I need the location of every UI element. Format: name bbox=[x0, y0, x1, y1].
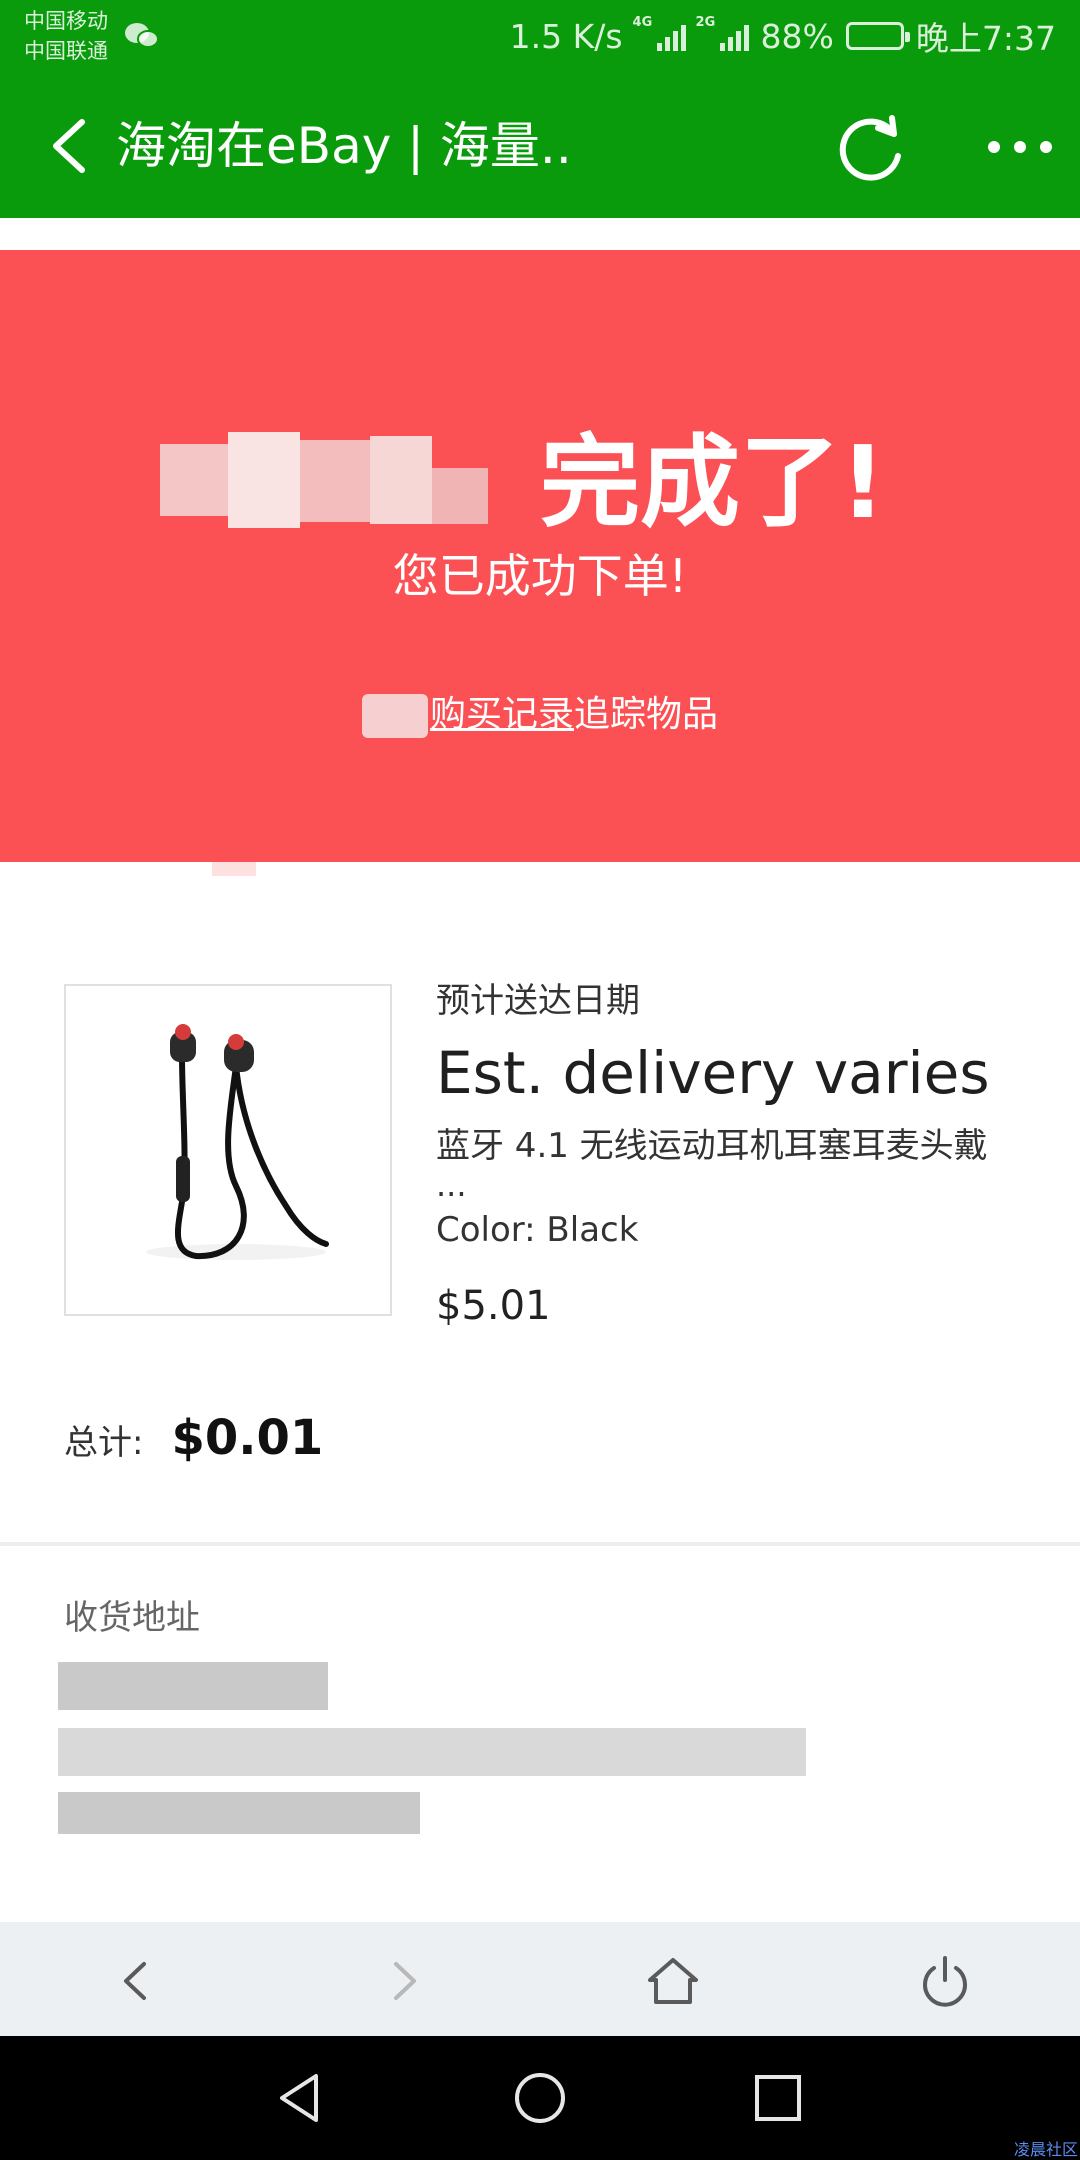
refresh-icon[interactable] bbox=[832, 110, 912, 190]
redacted-recipient-name bbox=[58, 1662, 328, 1710]
order-success-banner: 完成了! 您已成功下单! 购买记录追踪物品 bbox=[0, 250, 1080, 862]
carrier-1: 中国移动 bbox=[24, 9, 108, 33]
section-divider bbox=[0, 1542, 1080, 1546]
product-image[interactable] bbox=[64, 984, 392, 1316]
battery-percent: 88% bbox=[760, 16, 834, 56]
item-price: $5.01 bbox=[436, 1283, 551, 1329]
total-label: 总计: bbox=[64, 1423, 144, 1463]
success-subtitle: 您已成功下单! bbox=[392, 549, 688, 603]
title-bar: 海淘在eBay | 海量.. bbox=[0, 72, 1080, 218]
chevron-left-icon[interactable] bbox=[36, 108, 106, 184]
delivery-estimate: Est. delivery varies bbox=[436, 1039, 990, 1107]
system-nav-bar bbox=[0, 2036, 1080, 2160]
signal-2-icon: 2G bbox=[696, 15, 749, 51]
carrier-names: 中国移动 中国联通 bbox=[24, 6, 108, 66]
status-bar: 中国移动 中国联通 1.5 K/s 4G 2G 88% 晚上7:37 bbox=[0, 0, 1080, 72]
power-icon[interactable] bbox=[910, 1946, 980, 2016]
redacted-prefix bbox=[361, 694, 428, 738]
nav-home-circle-icon[interactable] bbox=[508, 2066, 572, 2130]
product-info: 预计送达日期 Est. delivery varies 蓝牙 4.1 无线运动耳… bbox=[436, 976, 1056, 1336]
earphones-image bbox=[86, 1006, 374, 1298]
carrier-2: 中国联通 bbox=[24, 39, 108, 63]
track-items-text: 追踪物品 bbox=[574, 694, 719, 735]
signal-2-tag: 2G bbox=[695, 15, 716, 30]
nav-recents-square-icon[interactable] bbox=[746, 2066, 810, 2130]
home-icon[interactable] bbox=[638, 1946, 708, 2016]
shipping-label-text: 收货地址 bbox=[64, 1598, 200, 1638]
watermark: 凌晨社区 bbox=[1013, 2140, 1078, 2159]
item-title-ellipsis: ... bbox=[436, 1166, 467, 1204]
net-speed: 1.5 K/s bbox=[509, 16, 623, 56]
browser-toolbar bbox=[0, 1922, 1080, 2036]
total-value: $0.01 bbox=[171, 1410, 324, 1466]
page-title: 海淘在eBay | 海量.. bbox=[116, 117, 572, 175]
battery-icon bbox=[845, 22, 910, 50]
banner-tab-marker bbox=[212, 862, 256, 876]
delivery-label: 预计送达日期 bbox=[436, 981, 640, 1021]
shipping-address-label: 收货地址 bbox=[64, 1590, 200, 1639]
purchase-history-row: 购买记录追踪物品 bbox=[0, 690, 1080, 740]
redacted-phone bbox=[58, 1792, 420, 1834]
signal-1-tag: 4G bbox=[632, 15, 653, 30]
item-color: Color: Black bbox=[436, 1210, 639, 1250]
wechat-icon bbox=[125, 23, 159, 48]
success-headline: 完成了! bbox=[540, 424, 886, 541]
nav-back-triangle-icon[interactable] bbox=[270, 2066, 334, 2130]
more-dots-icon[interactable] bbox=[984, 122, 1056, 172]
forward-arrow-icon[interactable] bbox=[370, 1946, 440, 2016]
status-indicators: 1.5 K/s 4G 2G 88% 晚上7:37 bbox=[510, 14, 1056, 58]
signal-icon: 4G bbox=[633, 15, 686, 51]
purchase-history-link[interactable]: 购买记录 bbox=[430, 694, 574, 735]
clock: 晚上7:37 bbox=[915, 19, 1056, 58]
redacted-address-line bbox=[58, 1728, 806, 1776]
item-title[interactable]: 蓝牙 4.1 无线运动耳机耳塞耳麦头戴 bbox=[436, 1122, 1056, 1170]
back-arrow-icon[interactable] bbox=[100, 1946, 170, 2016]
redacted-username bbox=[160, 432, 490, 528]
order-total-row: 总计: $0.01 bbox=[64, 1410, 323, 1466]
